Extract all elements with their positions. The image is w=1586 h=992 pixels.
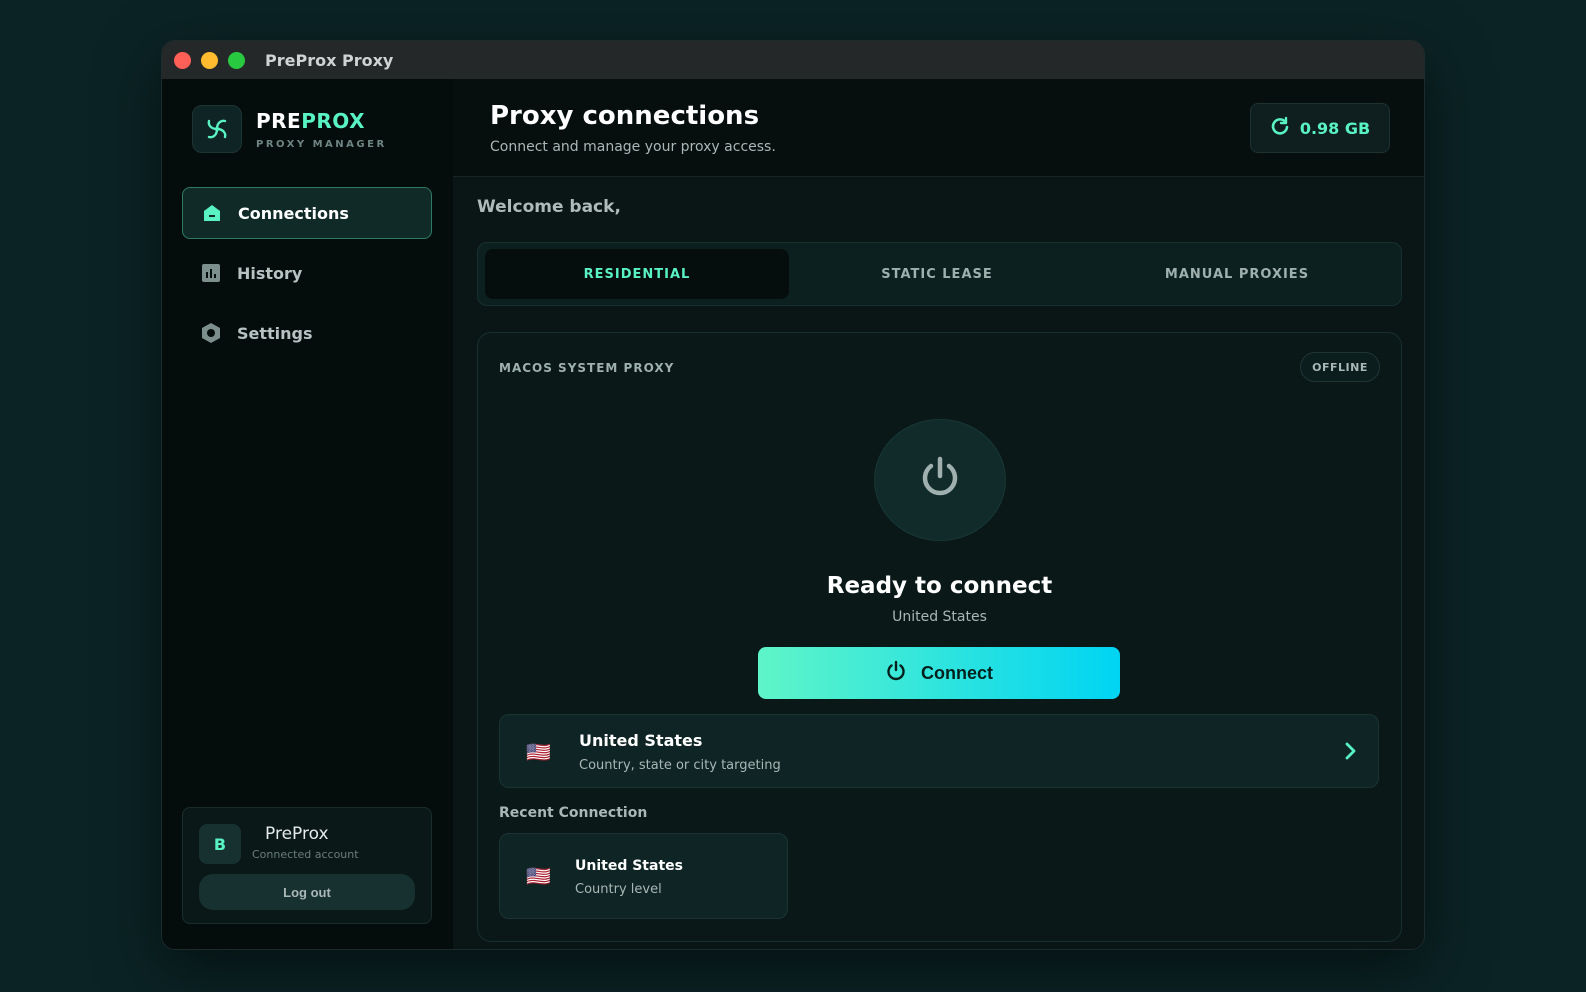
app-window: PreProx Proxy PREPROX PROXY MANAGER Conn… xyxy=(161,40,1425,950)
data-usage-value: 0.98 GB xyxy=(1299,118,1371,138)
tab-residential[interactable]: RESIDENTIAL xyxy=(485,249,789,299)
page-subtitle: Connect and manage your proxy access. xyxy=(490,139,776,155)
brand: PREPROX PROXY MANAGER xyxy=(192,105,387,153)
sidebar-item-settings[interactable]: Settings xyxy=(182,307,432,359)
sidebar-item-label: Settings xyxy=(237,323,313,343)
window-controls xyxy=(174,51,245,69)
recent-location-name: United States xyxy=(575,858,683,874)
connect-button[interactable]: Connect xyxy=(758,647,1120,699)
power-icon xyxy=(885,660,907,687)
connection-status-title: Ready to connect xyxy=(826,573,1053,599)
proxy-type-tabs: RESIDENTIAL STATIC LEASE MANUAL PROXIES xyxy=(477,242,1402,306)
tab-static-lease[interactable]: STATIC LEASE xyxy=(785,249,1089,299)
us-flag-icon: 🇺🇸 xyxy=(526,740,551,764)
account-status: Connected account xyxy=(252,848,359,861)
chevron-right-icon xyxy=(1344,739,1358,767)
sidebar: PREPROX PROXY MANAGER Connections Histor… xyxy=(162,79,454,949)
recent-location-level: Country level xyxy=(575,882,662,897)
page-title: Proxy connections xyxy=(490,101,760,131)
minimize-window-button[interactable] xyxy=(201,51,218,69)
gear-icon xyxy=(200,322,222,344)
connect-label: Connect xyxy=(921,662,993,683)
window-title: PreProx Proxy xyxy=(265,50,394,70)
location-selector[interactable]: 🇺🇸 United States Country, state or city … xyxy=(499,714,1379,788)
refresh-icon xyxy=(1270,116,1290,140)
sidebar-item-label: Connections xyxy=(238,203,349,223)
title-bar: PreProx Proxy xyxy=(162,41,1424,80)
location-name: United States xyxy=(579,731,703,750)
brand-subtitle: PROXY MANAGER xyxy=(256,138,387,150)
logout-button[interactable]: Log out xyxy=(199,874,415,910)
power-toggle[interactable] xyxy=(874,419,1006,541)
sidebar-nav: Connections History Settings xyxy=(182,187,432,367)
avatar: B xyxy=(199,824,241,864)
power-icon xyxy=(916,454,964,506)
status-badge: OFFLINE xyxy=(1300,352,1380,382)
swirl-logo-icon xyxy=(192,105,242,153)
main-content: Proxy connections Connect and manage you… xyxy=(453,79,1424,949)
connection-location: United States xyxy=(892,609,987,625)
chart-icon xyxy=(200,262,222,284)
account-card: B PreProx Connected account Log out xyxy=(182,807,432,924)
close-window-button[interactable] xyxy=(174,51,191,69)
sidebar-item-label: History xyxy=(237,263,303,283)
recent-connection-label: Recent Connection xyxy=(499,805,648,821)
panel-label: MACOS SYSTEM PROXY xyxy=(499,361,675,375)
page-header: Proxy connections Connect and manage you… xyxy=(453,79,1424,177)
tab-manual-proxies[interactable]: MANUAL PROXIES xyxy=(1085,249,1389,299)
system-proxy-panel: MACOS SYSTEM PROXY OFFLINE Ready to conn… xyxy=(477,332,1402,942)
location-description: Country, state or city targeting xyxy=(579,758,781,773)
sidebar-item-connections[interactable]: Connections xyxy=(182,187,432,239)
home-icon xyxy=(201,202,223,224)
welcome-message: Welcome back, xyxy=(477,197,621,217)
account-name: PreProx xyxy=(265,824,329,844)
us-flag-icon: 🇺🇸 xyxy=(526,864,551,888)
maximize-window-button[interactable] xyxy=(228,51,245,69)
data-usage-badge: 0.98 GB xyxy=(1250,103,1390,153)
brand-name: PREPROX xyxy=(256,108,366,133)
recent-connection-item[interactable]: 🇺🇸 United States Country level xyxy=(499,833,788,919)
sidebar-item-history[interactable]: History xyxy=(182,247,432,299)
